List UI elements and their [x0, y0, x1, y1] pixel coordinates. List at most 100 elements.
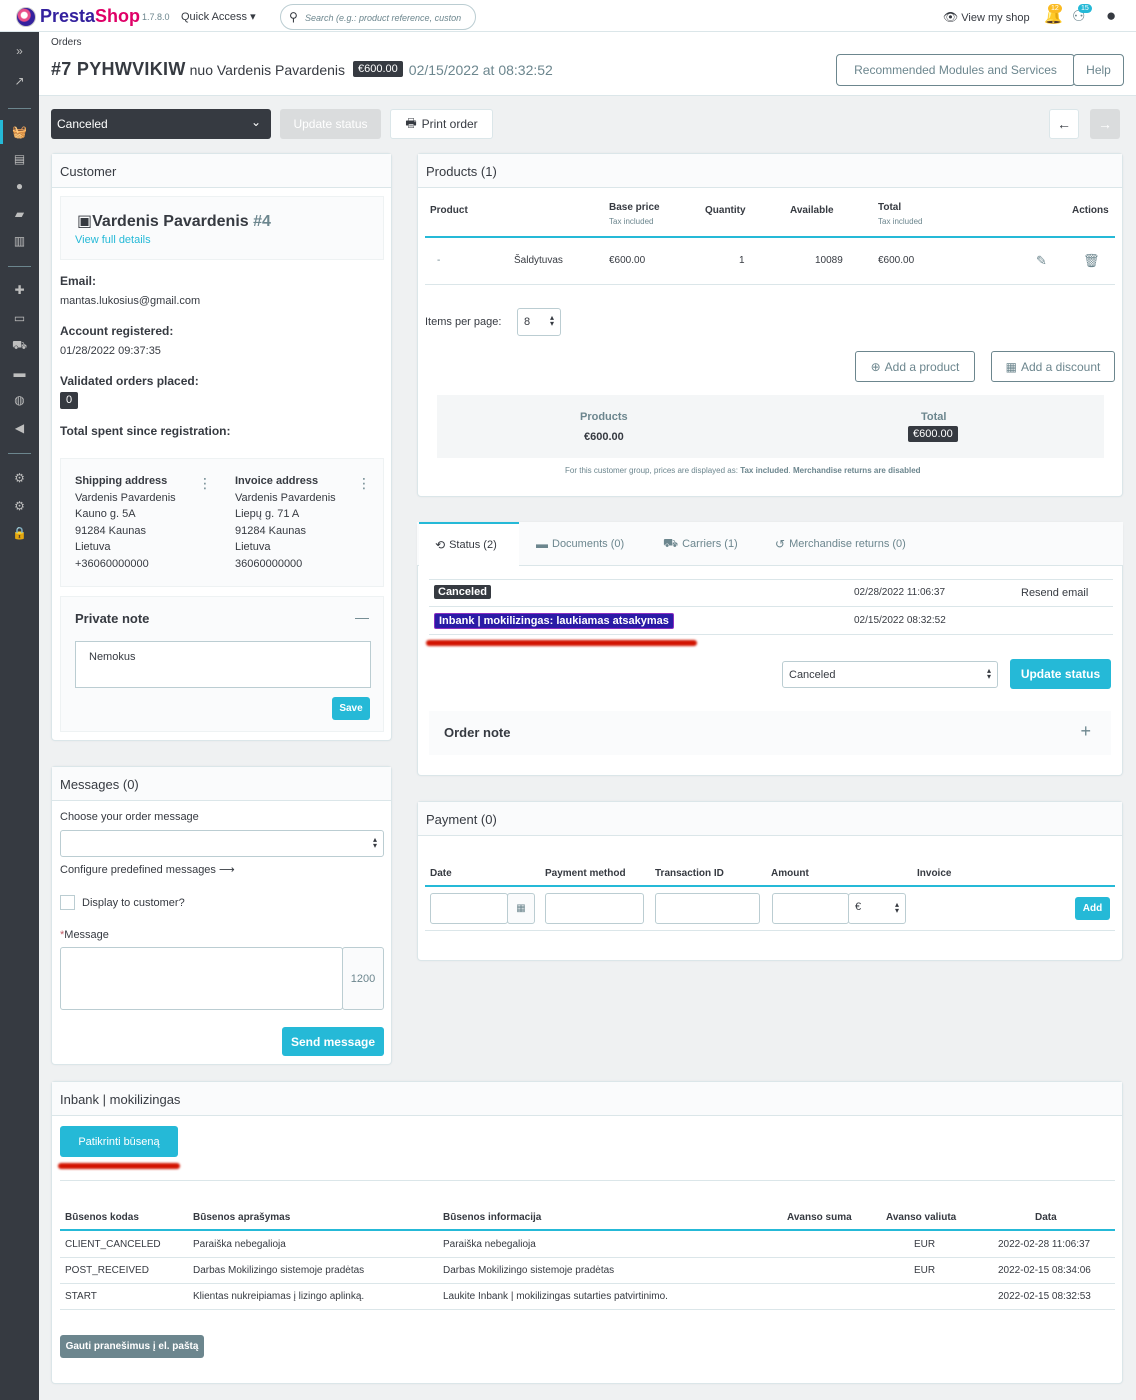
payment-card-title: Payment (0) [418, 802, 1122, 836]
account-icon[interactable]: ● [1106, 6, 1116, 26]
customers-icon[interactable]: ● [0, 179, 39, 193]
product-name-link[interactable]: Šaldytuvas [514, 255, 563, 266]
predefined-message-select[interactable]: ▴ ▾ [60, 830, 384, 857]
contact-card-icon: ▣ [77, 213, 93, 230]
ticket-icon: ▦ [1005, 359, 1017, 374]
collapse-sidebar-icon[interactable]: » [0, 44, 39, 58]
previous-order-arrow-icon[interactable]: ← [1049, 109, 1079, 139]
payment-card-icon[interactable]: ▬ [0, 366, 39, 380]
col-date: Date [430, 868, 452, 879]
payment-date-input[interactable] [430, 893, 508, 924]
new-status-select[interactable]: Canceled ▴ ▾ [782, 661, 998, 688]
select-arrows-icon: ▴ ▾ [549, 313, 554, 328]
expand-plus-icon[interactable]: + [1080, 721, 1091, 742]
footnote-text: For this customer group, prices are disp… [565, 466, 741, 475]
advanced-params-icon[interactable]: ⚙ [0, 499, 39, 513]
shipping-address-title: Shipping address [75, 475, 168, 487]
total-spent-label: Total spent since registration: [60, 424, 231, 438]
tab-documents[interactable]: ▬ Documents (0) [536, 522, 624, 566]
order-note-panel[interactable]: Order note + [429, 711, 1111, 755]
sidebar-divider [8, 453, 31, 454]
sidebar: » ↗ 🧺 ▤ ● ▰ ▥ ✚ ▭ ⛟ ▬ ◍ ◀ ⚙ ⚙ 🔒 [0, 32, 39, 1400]
view-shop-link[interactable]: 👁 View my shop [943, 10, 1030, 24]
new-status-value: Canceled [789, 669, 836, 681]
edit-pencil-icon[interactable]: ✎ [1036, 253, 1047, 269]
shipping-line: Kauno g. 5A [75, 508, 136, 520]
totals-products-value: €600.00 [584, 431, 624, 443]
next-order-arrow-icon[interactable]: → [1090, 109, 1120, 139]
help-button[interactable]: Help [1073, 54, 1124, 86]
tab-status[interactable]: ⟲ Status (2) [419, 522, 519, 566]
invoice-more-icon[interactable]: ⋮ [357, 475, 371, 492]
puffin-logo-icon [16, 6, 36, 27]
modules-puzzle-icon[interactable]: ✚ [0, 283, 39, 297]
update-status-button[interactable]: Update status [1010, 659, 1111, 689]
resend-email-link[interactable]: Resend email [1021, 587, 1088, 599]
configure-messages-link[interactable]: Configure predefined messages ⟶ [60, 863, 235, 876]
message-textarea[interactable] [60, 947, 343, 1010]
calendar-icon[interactable]: ▦ [507, 893, 535, 924]
order-status-select[interactable]: Canceled ⌄ [51, 109, 271, 139]
print-order-label: Print order [421, 117, 478, 131]
message-label-text: Message [64, 929, 109, 941]
customer-service-icon[interactable]: ▰ [0, 207, 39, 221]
validated-orders-label: Validated orders placed: [60, 374, 199, 388]
customer-email-link[interactable]: mantas.lukosius@gmail.com [60, 295, 200, 307]
transaction-id-input[interactable] [655, 893, 760, 924]
international-globe-icon[interactable]: ◍ [0, 393, 39, 407]
print-order-button[interactable]: 🖶 Print order [390, 109, 493, 139]
add-discount-button[interactable]: ▦ Add a discount [991, 351, 1115, 382]
stats-icon[interactable]: ▥ [0, 234, 39, 248]
display-to-customer-label: Display to customer? [82, 897, 185, 909]
add-payment-button[interactable]: Add [1075, 897, 1110, 920]
status-description: Paraiška nebegalioja [193, 1239, 286, 1250]
status-date: 2022-02-15 08:32:53 [998, 1291, 1091, 1302]
select-arrows-icon: ▴ ▾ [986, 666, 991, 681]
totals-total-value: €600.00 [908, 426, 958, 442]
shipping-line: Lietuva [75, 541, 111, 553]
status-badge-inbank-waiting: Inbank | mokilizingas: laukiamas atsakym… [434, 613, 674, 629]
payment-method-input[interactable] [545, 893, 644, 924]
col-base-price-label: Base price [609, 202, 660, 213]
view-full-details-link[interactable]: View full details [75, 234, 151, 246]
private-note-textarea[interactable]: Nemokus [75, 641, 371, 688]
save-note-button[interactable]: Save [332, 697, 370, 720]
inbank-divider [60, 1180, 1115, 1181]
amount-input[interactable] [772, 893, 849, 924]
tab-carriers-label: Carriers (1) [682, 538, 738, 550]
prestashop-logo[interactable]: PrestaShop [16, 6, 140, 27]
collapse-minus-icon[interactable]: — [355, 609, 369, 625]
invoice-line: Lietuva [235, 541, 271, 553]
product-quantity: 1 [739, 255, 745, 266]
display-to-customer-checkbox[interactable] [60, 895, 75, 910]
advance-currency: EUR [914, 1239, 936, 1250]
private-note-title: Private note [75, 611, 150, 626]
tab-merchandise-returns[interactable]: ↺ Merchandise returns (0) [775, 522, 906, 566]
send-message-button[interactable]: Send message [282, 1027, 384, 1056]
check-status-button[interactable]: Patikrinti būseną [60, 1126, 178, 1157]
lock-icon[interactable]: 🔒 [0, 526, 39, 540]
currency-select[interactable]: € ▴ ▾ [848, 893, 906, 924]
eye-icon: 👁 [943, 10, 959, 24]
email-notifications-button[interactable]: Gauti pranešimus į el. paštą [60, 1335, 204, 1358]
dashboard-icon[interactable]: ↗ [0, 74, 39, 88]
orders-basket-icon[interactable]: 🧺 [0, 120, 39, 144]
breadcrumb[interactable]: Orders [51, 37, 82, 48]
design-monitor-icon[interactable]: ▭ [0, 311, 39, 325]
select-arrows-icon: ▴ ▾ [372, 835, 377, 850]
delete-trash-icon[interactable]: 🗑 [1083, 253, 1100, 269]
tab-carriers[interactable]: ⛟ Carriers (1) [663, 522, 738, 566]
items-per-page-select[interactable]: 8 ▴ ▾ [517, 308, 561, 336]
shipping-truck-icon[interactable]: ⛟ [0, 338, 39, 354]
invoice-line: 91284 Kaunas [235, 524, 306, 537]
settings-gear-icon[interactable]: ⚙ [0, 471, 39, 485]
select-arrows-icon: ▴ ▾ [894, 900, 899, 915]
catalog-store-icon[interactable]: ▤ [0, 152, 39, 166]
quick-access-menu[interactable]: Quick Access ▾ [181, 10, 256, 23]
shipping-more-icon[interactable]: ⋮ [198, 475, 212, 492]
update-status-button-disabled[interactable]: Update status [280, 109, 381, 139]
search-input[interactable]: ⚲ Search (e.g.: product reference, custo… [280, 4, 476, 30]
recommended-modules-button[interactable]: Recommended Modules and Services [836, 54, 1075, 86]
add-product-button[interactable]: ⊕ Add a product [855, 351, 975, 382]
marketing-megaphone-icon[interactable]: ◀ [0, 421, 39, 435]
